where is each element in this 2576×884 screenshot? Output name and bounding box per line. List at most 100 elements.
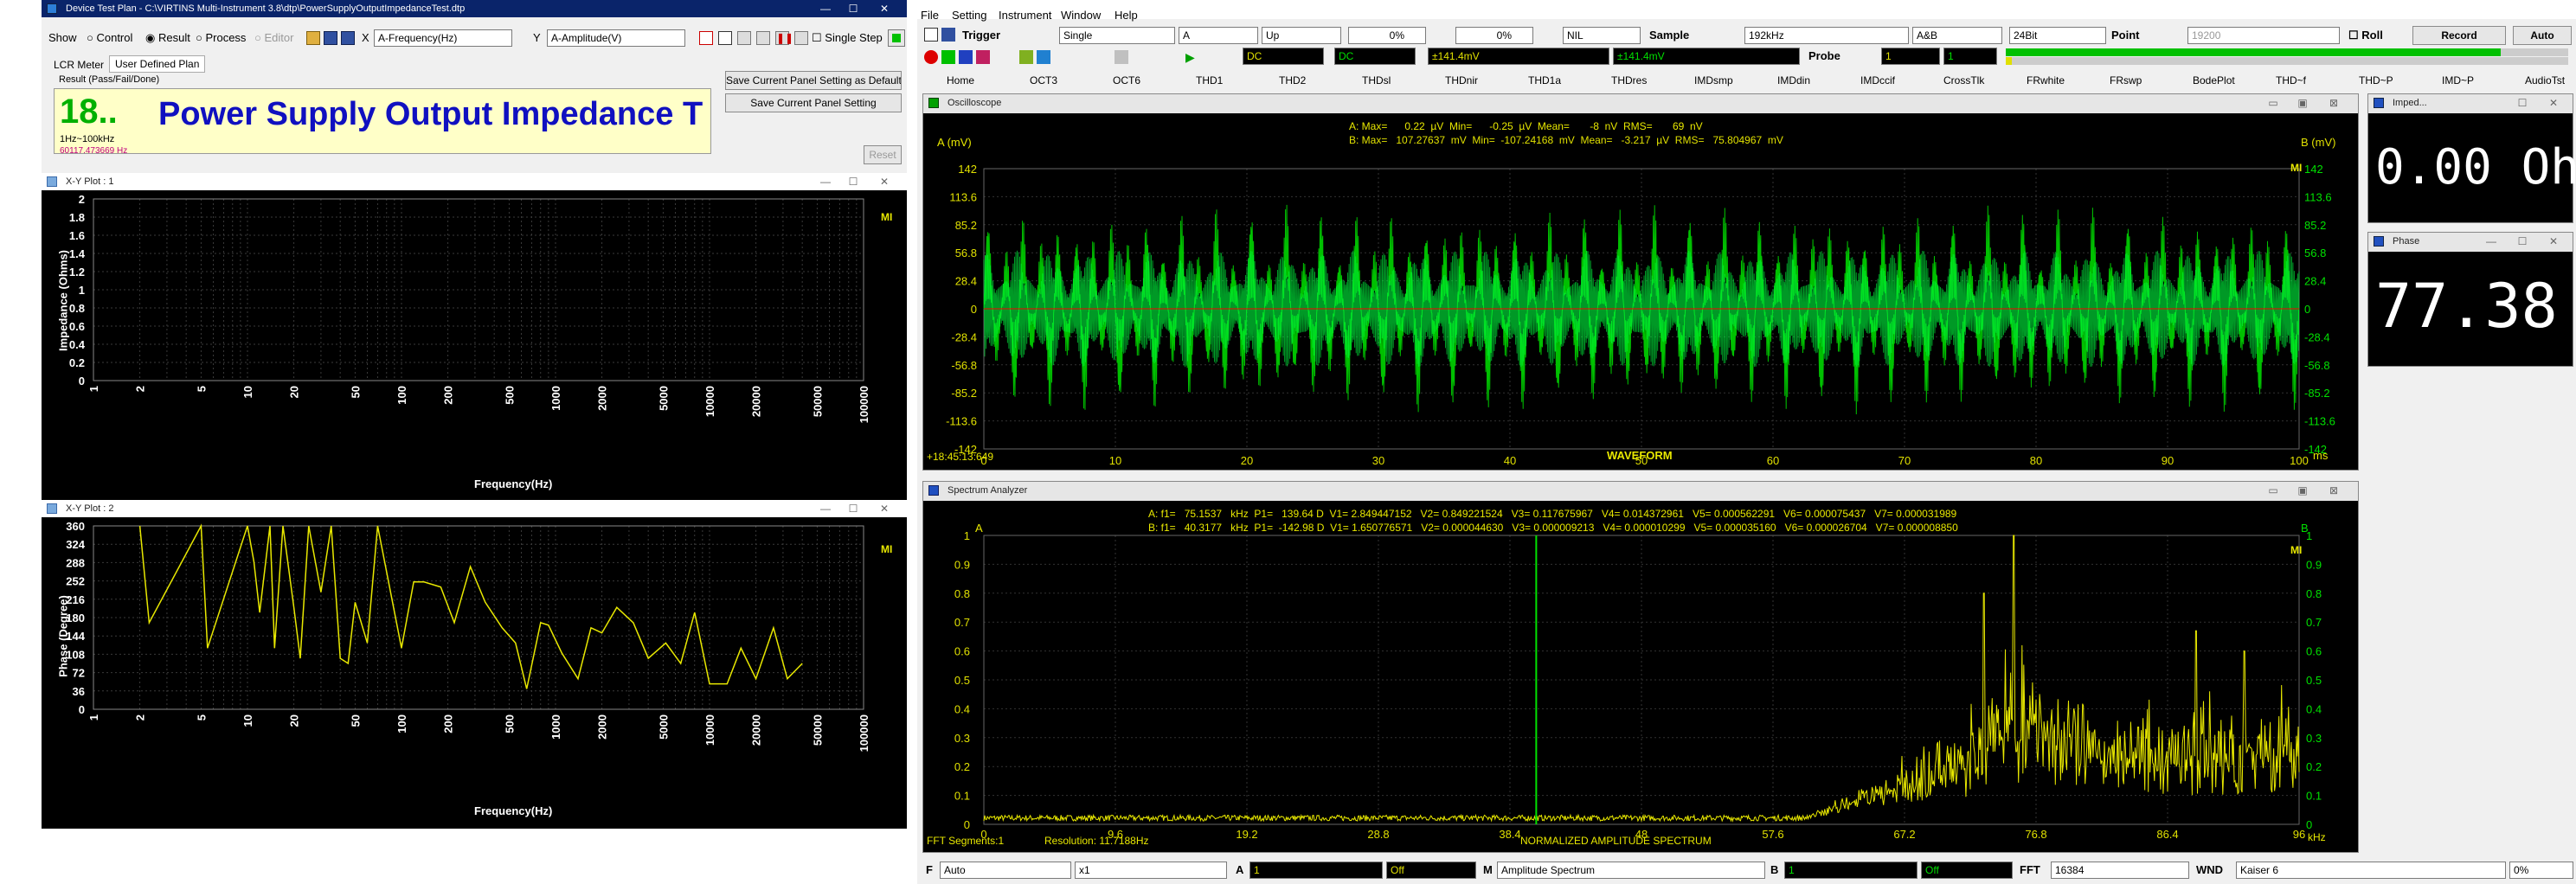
maximize-icon[interactable]: ☐ xyxy=(841,173,865,190)
maximize-icon[interactable]: ☐ xyxy=(2510,233,2534,250)
save-as-icon[interactable] xyxy=(341,31,355,45)
menu-file[interactable]: File xyxy=(921,9,939,22)
reset-button[interactable]: Reset xyxy=(864,145,902,164)
close-icon[interactable]: ⊠ xyxy=(2322,94,2346,112)
nav-item-bodeplot[interactable]: BodePlot xyxy=(2193,74,2235,86)
nav-item-audiotst[interactable]: AudioTst xyxy=(2525,74,2565,86)
save-icon[interactable] xyxy=(941,28,955,42)
xy-plot-1-titlebar[interactable]: X-Y Plot : 1 — ☐ ✕ xyxy=(42,173,907,190)
meter-icon[interactable] xyxy=(1037,50,1050,64)
tab-user-defined-plan[interactable]: User Defined Plan xyxy=(109,55,206,73)
nav-item-oct6[interactable]: OCT6 xyxy=(1113,74,1140,86)
run-green-icon[interactable] xyxy=(941,50,955,64)
table-icon[interactable] xyxy=(718,31,732,45)
trigger-edge-select[interactable]: Up xyxy=(1262,27,1341,44)
nav-item-frwhite[interactable]: FRwhite xyxy=(2027,74,2065,86)
roll-checkbox[interactable]: ☐ Roll xyxy=(2348,29,2383,42)
nav-item-imd-p[interactable]: IMD~P xyxy=(2442,74,2474,86)
mode-select[interactable]: Amplitude Spectrum xyxy=(1497,862,1765,879)
a-off-select[interactable]: Off xyxy=(1386,862,1476,879)
stop-icon[interactable] xyxy=(794,31,808,45)
close-icon[interactable]: ✕ xyxy=(872,500,896,517)
nav-item-imdsmp[interactable]: IMDsmp xyxy=(1694,74,1733,86)
nav-item-oct3[interactable]: OCT3 xyxy=(1030,74,1057,86)
overlap-select[interactable]: 0% xyxy=(2509,862,2573,879)
probe-a-select[interactable]: 1 xyxy=(1881,48,1940,65)
point-select[interactable]: 19200 xyxy=(2187,27,2340,44)
nav-item-thd2[interactable]: THD2 xyxy=(1279,74,1306,86)
trigger-nil-select[interactable]: NIL xyxy=(1563,27,1641,44)
trigger-channel-select[interactable]: A xyxy=(1179,27,1258,44)
menu-setting[interactable]: Setting xyxy=(952,9,986,22)
spectrum-titlebar[interactable]: Spectrum Analyzer ▭ ▣ ⊠ xyxy=(923,482,2358,501)
save-setting-button[interactable]: Save Current Panel Setting xyxy=(725,93,902,112)
coupling-b-select[interactable]: DC xyxy=(1334,48,1416,65)
b-off-select[interactable]: Off xyxy=(1921,862,2013,879)
minimize-icon[interactable]: — xyxy=(813,0,838,17)
coupling-a-select[interactable]: DC xyxy=(1243,48,1324,65)
maximize-icon[interactable]: ▣ xyxy=(2290,482,2315,499)
minimize-icon[interactable]: — xyxy=(2479,233,2503,250)
nav-item-thd1a[interactable]: THD1a xyxy=(1528,74,1561,86)
run-icon[interactable] xyxy=(756,31,770,45)
auto-button[interactable]: Auto xyxy=(2513,26,2572,45)
x-axis-select[interactable]: A-Frequency(Hz) xyxy=(374,29,512,47)
trigger-delay-input[interactable]: 0% xyxy=(1455,27,1533,44)
maximize-icon[interactable]: ☐ xyxy=(2510,94,2534,112)
trigger-level-input[interactable]: 0% xyxy=(1348,27,1426,44)
minimize-icon[interactable]: ▭ xyxy=(2261,94,2285,112)
close-icon[interactable]: ✕ xyxy=(2541,233,2566,250)
xy-plot-2-titlebar[interactable]: X-Y Plot : 2 — ☐ ✕ xyxy=(42,500,907,517)
radio-result[interactable]: ◉ Result xyxy=(145,31,190,45)
tab-lcr-meter[interactable]: LCR Meter xyxy=(54,59,104,71)
nav-item-imddin[interactable]: IMDdin xyxy=(1777,74,1810,86)
range-a-select[interactable]: ±141.4mV xyxy=(1428,48,1609,65)
nav-item-thdsl[interactable]: THDsl xyxy=(1362,74,1391,86)
radio-editor[interactable]: ○ Editor xyxy=(254,31,293,44)
record-icon[interactable] xyxy=(924,50,938,64)
minimize-icon[interactable]: ▭ xyxy=(2261,482,2285,499)
nav-item-thdres[interactable]: THDres xyxy=(1611,74,1647,86)
close-icon[interactable]: ⊠ xyxy=(2322,482,2346,499)
sample-rate-select[interactable]: 192kHz xyxy=(1744,27,1909,44)
y-axis-select[interactable]: A-Amplitude(V) xyxy=(547,29,685,47)
zoom-select[interactable]: x1 xyxy=(1075,862,1227,879)
menu-instrument[interactable]: Instrument xyxy=(999,9,1051,22)
nav-item-crosstlk[interactable]: CrossTlk xyxy=(1943,74,1984,86)
b-scale-select[interactable]: 1 xyxy=(1784,862,1918,879)
menu-window[interactable]: Window xyxy=(1061,9,1101,22)
scope-icon[interactable] xyxy=(959,50,973,64)
nav-item-frswp[interactable]: FRswp xyxy=(2110,74,2142,86)
nav-item-home[interactable]: Home xyxy=(947,74,974,86)
range-b-select[interactable]: ±141.4mV xyxy=(1613,48,1800,65)
radio-process[interactable]: ○ Process xyxy=(196,31,246,44)
save-default-button[interactable]: Save Current Panel Setting as Default xyxy=(725,71,902,90)
radio-control[interactable]: ○ Control xyxy=(87,31,132,44)
trigger-mode-select[interactable]: Single xyxy=(1059,27,1175,44)
window-function-select[interactable]: Kaiser 6 xyxy=(2236,862,2506,879)
close-icon[interactable]: ✕ xyxy=(2541,94,2566,112)
minimize-icon[interactable]: — xyxy=(813,500,838,517)
analyzer-icon[interactable] xyxy=(976,50,990,64)
minimize-icon[interactable]: — xyxy=(813,173,838,190)
maximize-icon[interactable]: ▣ xyxy=(2290,94,2315,112)
phase-titlebar[interactable]: Phase — ☐ ✕ xyxy=(2368,233,2573,252)
open-folder-icon[interactable] xyxy=(306,31,320,45)
device-test-plan-titlebar[interactable]: Device Test Plan - C:\VIRTINS Multi-Inst… xyxy=(42,0,907,17)
single-step-checkbox[interactable]: ☐ Single Step xyxy=(812,31,883,45)
trigger-icon[interactable] xyxy=(924,28,938,42)
nav-item-thd-p[interactable]: THD~P xyxy=(2359,74,2393,86)
bits-select[interactable]: 24Bit xyxy=(2009,27,2106,44)
nav-item-thdnir[interactable]: THDnir xyxy=(1445,74,1478,86)
maximize-icon[interactable]: ☐ xyxy=(841,0,865,17)
nav-item-imdccif[interactable]: IMDccif xyxy=(1860,74,1895,86)
close-icon[interactable]: ✕ xyxy=(872,173,896,190)
nav-item-thd1[interactable]: THD1 xyxy=(1196,74,1223,86)
pause-icon[interactable]: ❚❚ xyxy=(775,31,793,45)
chart-icon[interactable] xyxy=(699,31,713,45)
play-icon[interactable]: ▶ xyxy=(1185,50,1199,64)
frequency-scale-select[interactable]: Auto xyxy=(940,862,1071,879)
channels-select[interactable]: A&B xyxy=(1912,27,2002,44)
save-icon[interactable] xyxy=(324,31,337,45)
nav-item-thd-f[interactable]: THD~f xyxy=(2276,74,2306,86)
